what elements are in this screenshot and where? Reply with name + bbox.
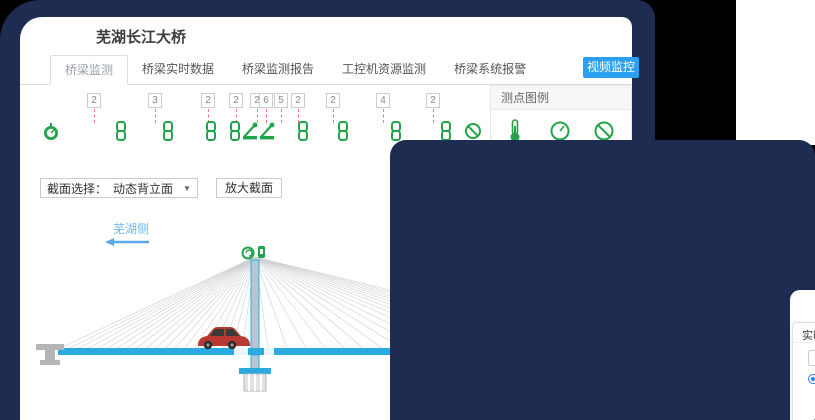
modal-window: 例 温度 ( 9 ) 对比分析 对比分析 监测点列表 实时曲线 × <box>790 290 815 420</box>
tab-3[interactable]: 桥梁监测报告 <box>228 55 328 85</box>
stopwatch-icon[interactable] <box>42 121 60 141</box>
background-white-strip <box>736 0 815 145</box>
sensor-count-badge: 2 <box>87 93 101 108</box>
badge-pointer-line <box>433 109 434 123</box>
badge-pointer-line <box>333 109 334 123</box>
dialog-title: 实时曲线 <box>802 327 815 343</box>
chain-icon[interactable] <box>162 121 180 141</box>
dialog-tab-1[interactable]: 实时曲线图 <box>808 350 815 366</box>
sensor-count-badge: 2 <box>229 93 243 108</box>
car <box>198 327 250 349</box>
realtime-curve-dialog: 实时曲线 × 实时曲线图监控回放 最近两个月 - 查询 <box>792 322 815 420</box>
screenshot-canvas: 芜湖长江大桥 桥梁监测桥梁实时数据桥梁监测报告工控机资源监测桥梁系统报警 视频监… <box>0 0 815 420</box>
section-select[interactable]: 截面选择： 动态背立面 ▼ <box>40 178 198 198</box>
section-select-value: 动态背立面 <box>113 180 173 197</box>
tab-2[interactable]: 桥梁实时数据 <box>128 55 228 85</box>
lever-icon[interactable] <box>242 121 260 141</box>
enlarge-section-button[interactable]: 放大截面 <box>216 178 282 198</box>
query-row: 最近两个月 - 查询 <box>808 371 815 389</box>
dialog-header: 实时曲线 × <box>793 323 815 343</box>
sensor-count-badge: 2 <box>326 93 340 108</box>
sensor-count-badge: 3 <box>148 93 162 108</box>
sensor-count-badge: 6 <box>259 93 273 108</box>
lever-icon[interactable] <box>259 121 277 141</box>
bridge-side-label: 芜湖侧 <box>113 220 149 237</box>
chart-legend[interactable]: 第七跨跨中振动 <box>793 392 815 407</box>
badge-pointer-line <box>94 109 95 123</box>
tab-5[interactable]: 桥梁系统报警 <box>440 55 540 85</box>
sensor-count-badge: 2 <box>291 93 305 108</box>
legend-panel-title: 测点图例 <box>491 86 631 110</box>
tab-1[interactable]: 桥梁监测 <box>50 55 128 85</box>
chain-icon[interactable] <box>205 121 223 141</box>
dialog-tabs: 实时曲线图监控回放 <box>808 350 815 366</box>
no-entry-icon[interactable] <box>464 121 482 141</box>
page-title: 芜湖长江大桥 <box>96 26 186 47</box>
video-monitor-button[interactable]: 视频监控 <box>583 57 639 78</box>
chain-icon[interactable] <box>115 121 133 141</box>
modal-window-frame: 例 温度 ( 9 ) 对比分析 对比分析 监测点列表 实时曲线 × <box>390 140 815 420</box>
recent-two-months-radio[interactable] <box>808 374 815 384</box>
back-tabs: 桥梁监测桥梁实时数据桥梁监测报告工控机资源监测桥梁系统报警 <box>20 55 632 85</box>
section-select-row: 截面选择： 动态背立面 ▼ 放大截面 <box>40 178 282 198</box>
sensor-count-badge: 2 <box>426 93 440 108</box>
chain-icon[interactable] <box>390 121 408 141</box>
chain-icon[interactable] <box>297 121 315 141</box>
sensor-count-badge: 2 <box>201 93 215 108</box>
section-select-label: 截面选择： <box>47 180 107 197</box>
chain-icon[interactable] <box>337 121 355 141</box>
chevron-down-icon: ▼ <box>183 184 191 193</box>
badge-pointer-line <box>281 109 282 123</box>
chain-icon[interactable] <box>440 121 458 141</box>
bridge-pier-cap <box>239 368 271 374</box>
bridge-pier <box>244 374 266 391</box>
tower-sensor-icons <box>243 246 266 259</box>
sensor-count-badge: 5 <box>274 93 288 108</box>
sensor-count-badge: 4 <box>376 93 390 108</box>
badge-pointer-line <box>383 109 384 123</box>
tab-4[interactable]: 工控机资源监测 <box>328 55 440 85</box>
badge-pointer-line <box>155 109 156 123</box>
